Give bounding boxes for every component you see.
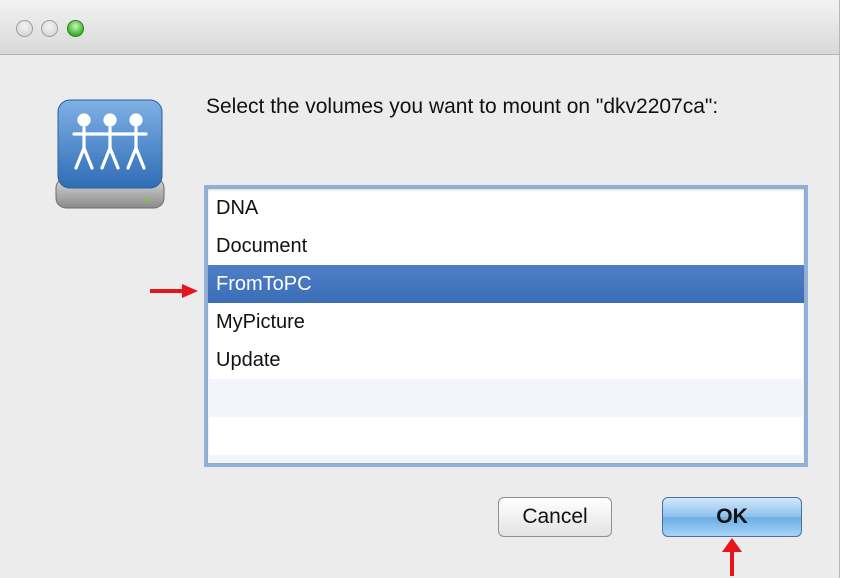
minimize-window-button[interactable] <box>41 20 58 37</box>
zoom-window-button[interactable] <box>67 20 84 37</box>
ok-button[interactable]: OK <box>662 497 802 537</box>
empty-row <box>208 417 804 455</box>
empty-row <box>208 379 804 417</box>
cancel-button[interactable]: Cancel <box>498 497 612 537</box>
dialog-prompt: Select the volumes you want to mount on … <box>206 95 719 118</box>
list-item[interactable]: Document <box>208 227 804 265</box>
title-bar <box>0 0 839 55</box>
volume-list[interactable]: DNA Document FromToPC MyPicture Update <box>207 188 805 464</box>
list-item[interactable]: DNA <box>208 189 804 227</box>
close-window-button[interactable] <box>16 20 33 37</box>
list-item[interactable]: Update <box>208 341 804 379</box>
mount-volumes-dialog: Select the volumes you want to mount on … <box>0 0 840 578</box>
network-shared-drive-icon <box>55 99 165 209</box>
list-item-selected[interactable]: FromToPC <box>208 265 804 303</box>
list-item[interactable]: MyPicture <box>208 303 804 341</box>
empty-row <box>208 455 804 463</box>
red-arrow-right-icon <box>150 284 198 298</box>
red-arrow-up-icon <box>722 538 742 576</box>
